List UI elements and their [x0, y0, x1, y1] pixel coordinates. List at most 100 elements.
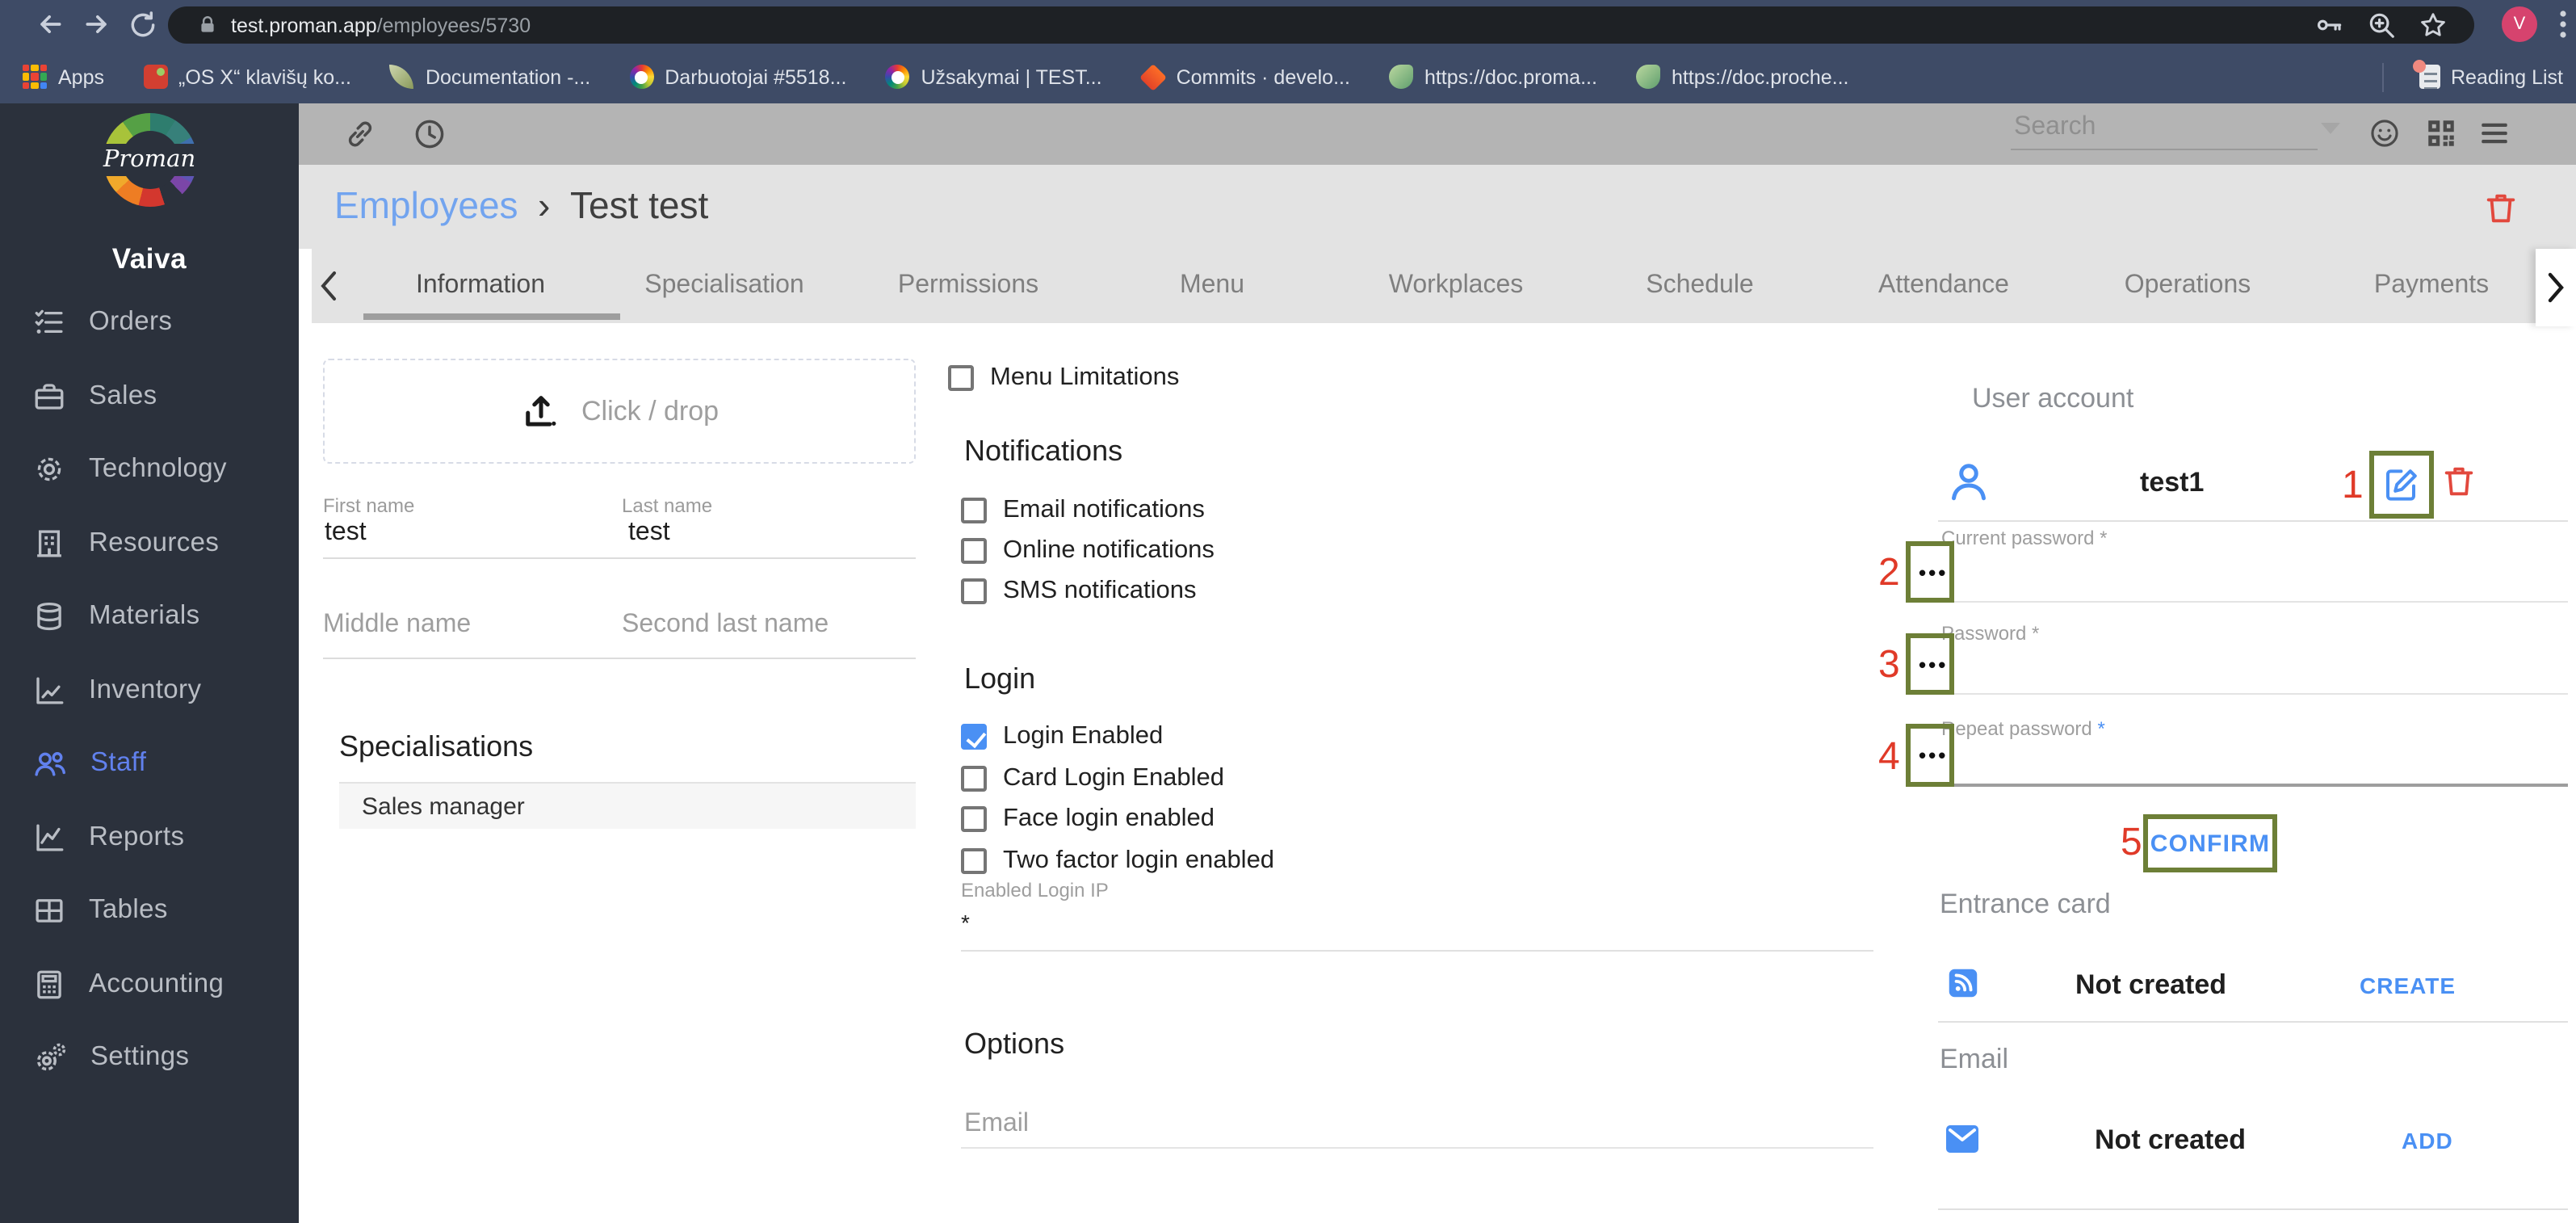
bookmark-darbuotojai[interactable]: Darbuotojai #5518... — [629, 65, 846, 89]
confirm-button[interactable]: CONFIRM — [2148, 830, 2272, 857]
qr-button[interactable] — [2424, 116, 2458, 158]
delete-employee-button[interactable] — [2482, 189, 2519, 234]
search-input[interactable] — [2011, 110, 2318, 150]
email-notifications-row[interactable]: Email notifications — [961, 496, 1205, 525]
address-bar[interactable]: test.proman.app/employees/5730 — [168, 6, 2474, 44]
sidebar-item-materials[interactable]: Materials — [0, 580, 299, 654]
reload-icon — [130, 11, 154, 36]
sidebar-item-resources[interactable]: Resources — [0, 506, 299, 580]
last-name-input[interactable] — [628, 519, 895, 548]
key-icon[interactable] — [2314, 10, 2345, 40]
tab-schedule[interactable]: Schedule — [1578, 249, 1822, 323]
bookmark-star-icon[interactable] — [2418, 10, 2448, 40]
tabs-scroll-left-button[interactable] — [315, 268, 341, 304]
sidebar-item-inventory[interactable]: Inventory — [0, 654, 299, 727]
sidebar-user-name: Vaiva — [111, 242, 187, 275]
repeat-password-input[interactable]: ••• — [1919, 743, 1948, 767]
online-notifications-checkbox — [961, 538, 987, 564]
calculator-icon — [37, 970, 61, 998]
back-arrow-icon — [40, 15, 61, 34]
browser-profile-avatar[interactable]: V — [2502, 6, 2537, 42]
link-button[interactable] — [342, 116, 378, 160]
middle-name-input[interactable] — [323, 611, 589, 640]
bookmark-osx[interactable]: „OS X“ klavišų ko... — [143, 65, 351, 89]
sidebar: Proman Vaiva Orders Sales Technology Res… — [0, 103, 299, 1223]
smiley-icon — [2371, 120, 2398, 147]
history-button[interactable] — [412, 116, 447, 160]
second-last-name-input[interactable] — [622, 611, 888, 640]
app-menu-button[interactable] — [2477, 116, 2511, 158]
browser-forward-button[interactable] — [79, 6, 115, 42]
bookmarks-bar: Apps „OS X“ klavišų ko... Documentation … — [0, 50, 2576, 103]
photo-upload-dropzone[interactable]: Click / drop — [323, 359, 916, 464]
browser-menu-button[interactable] — [2552, 6, 2574, 42]
bookmark-apps[interactable]: Apps — [23, 65, 104, 89]
reading-list-button[interactable]: Reading List — [2412, 60, 2563, 89]
annotation-box-2: ••• — [1906, 541, 1954, 603]
tab-permissions[interactable]: Permissions — [846, 249, 1090, 323]
sidebar-item-settings[interactable]: Settings — [0, 1021, 299, 1095]
annotation-box-4: ••• — [1906, 724, 1954, 787]
annotation-box-5: CONFIRM — [2143, 814, 2277, 872]
user-account-title: User account — [1972, 383, 2134, 414]
tab-specialisation[interactable]: Specialisation — [602, 249, 846, 323]
search-dropdown-triangle[interactable] — [2321, 123, 2340, 134]
proman-logo-wheel: Proman — [96, 113, 203, 207]
sidebar-item-staff[interactable]: Staff — [0, 727, 299, 801]
tabs: Information Specialisation Permissions M… — [359, 249, 2553, 323]
feedback-button[interactable] — [2368, 116, 2402, 158]
sidebar-item-sales[interactable]: Sales — [0, 359, 299, 433]
bookmark-doc-proma[interactable]: https://doc.proma... — [1388, 65, 1597, 89]
tab-operations[interactable]: Operations — [2066, 249, 2310, 323]
chevron-left-icon — [321, 271, 336, 300]
delete-account-button[interactable] — [2440, 462, 2477, 507]
proman-favicon — [629, 65, 654, 89]
two-factor-login-row[interactable]: Two factor login enabled — [961, 847, 1274, 876]
link-icon — [348, 121, 372, 147]
sidebar-item-orders[interactable]: Orders — [0, 286, 299, 359]
email-input[interactable] — [964, 1110, 1836, 1139]
repeat-password-label: Repeat password * — [1941, 717, 2105, 740]
create-entrance-card-button[interactable]: CREATE — [2360, 973, 2456, 998]
sidebar-item-accounting[interactable]: Accounting — [0, 948, 299, 1021]
tab-information[interactable]: Information — [359, 249, 602, 323]
bookmark-commits[interactable]: Commits · develo... — [1139, 63, 1350, 90]
clock-icon — [415, 120, 444, 149]
tab-workplaces[interactable]: Workplaces — [1334, 249, 1578, 323]
bookmark-documentation[interactable]: Documentation -... — [389, 65, 590, 89]
sms-notifications-row[interactable]: SMS notifications — [961, 577, 1197, 606]
table-icon — [36, 899, 63, 923]
sidebar-item-technology[interactable]: Technology — [0, 433, 299, 506]
tab-attendance[interactable]: Attendance — [1822, 249, 2066, 323]
specialisation-list-item[interactable]: Sales manager — [339, 782, 916, 829]
zoom-search-icon[interactable] — [2366, 10, 2397, 40]
tab-payments[interactable]: Payments — [2310, 249, 2553, 323]
tabs-scroll-right-button[interactable] — [2536, 249, 2576, 326]
apps-grid-icon — [23, 65, 47, 89]
online-notifications-row[interactable]: Online notifications — [961, 536, 1215, 565]
face-login-enabled-row[interactable]: Face login enabled — [961, 805, 1215, 834]
add-email-button[interactable]: ADD — [2402, 1128, 2453, 1154]
gears-icon — [36, 1043, 66, 1070]
bookmark-doc-proche[interactable]: https://doc.proche... — [1635, 65, 1849, 89]
password-input[interactable]: ••• — [1919, 652, 1948, 676]
enabled-login-ip-value[interactable]: * — [961, 910, 970, 935]
edit-account-button[interactable] — [2382, 465, 2421, 504]
current-password-input[interactable]: ••• — [1919, 560, 1948, 584]
menu-limitations-checkbox-row[interactable]: Menu Limitations — [948, 364, 1179, 393]
first-name-input[interactable] — [325, 519, 591, 548]
login-enabled-row[interactable]: Login Enabled — [961, 722, 1163, 751]
bookmark-uzsakymai[interactable]: Užsakymai | TEST... — [885, 65, 1102, 89]
gitlab-favicon — [1139, 63, 1167, 90]
browser-reload-button[interactable] — [124, 6, 160, 42]
browser-back-button[interactable] — [32, 6, 68, 42]
tab-menu[interactable]: Menu — [1090, 249, 1334, 323]
email-section-divider — [1938, 1208, 2568, 1210]
sidebar-item-tables[interactable]: Tables — [0, 874, 299, 948]
card-login-enabled-row[interactable]: Card Login Enabled — [961, 764, 1224, 793]
sidebar-item-reports[interactable]: Reports — [0, 801, 299, 874]
breadcrumb-employees-link[interactable]: Employees — [334, 184, 518, 228]
cog-icon — [37, 458, 61, 481]
current-password-label: Current password * — [1941, 527, 2108, 549]
mac-favicon — [143, 65, 167, 89]
